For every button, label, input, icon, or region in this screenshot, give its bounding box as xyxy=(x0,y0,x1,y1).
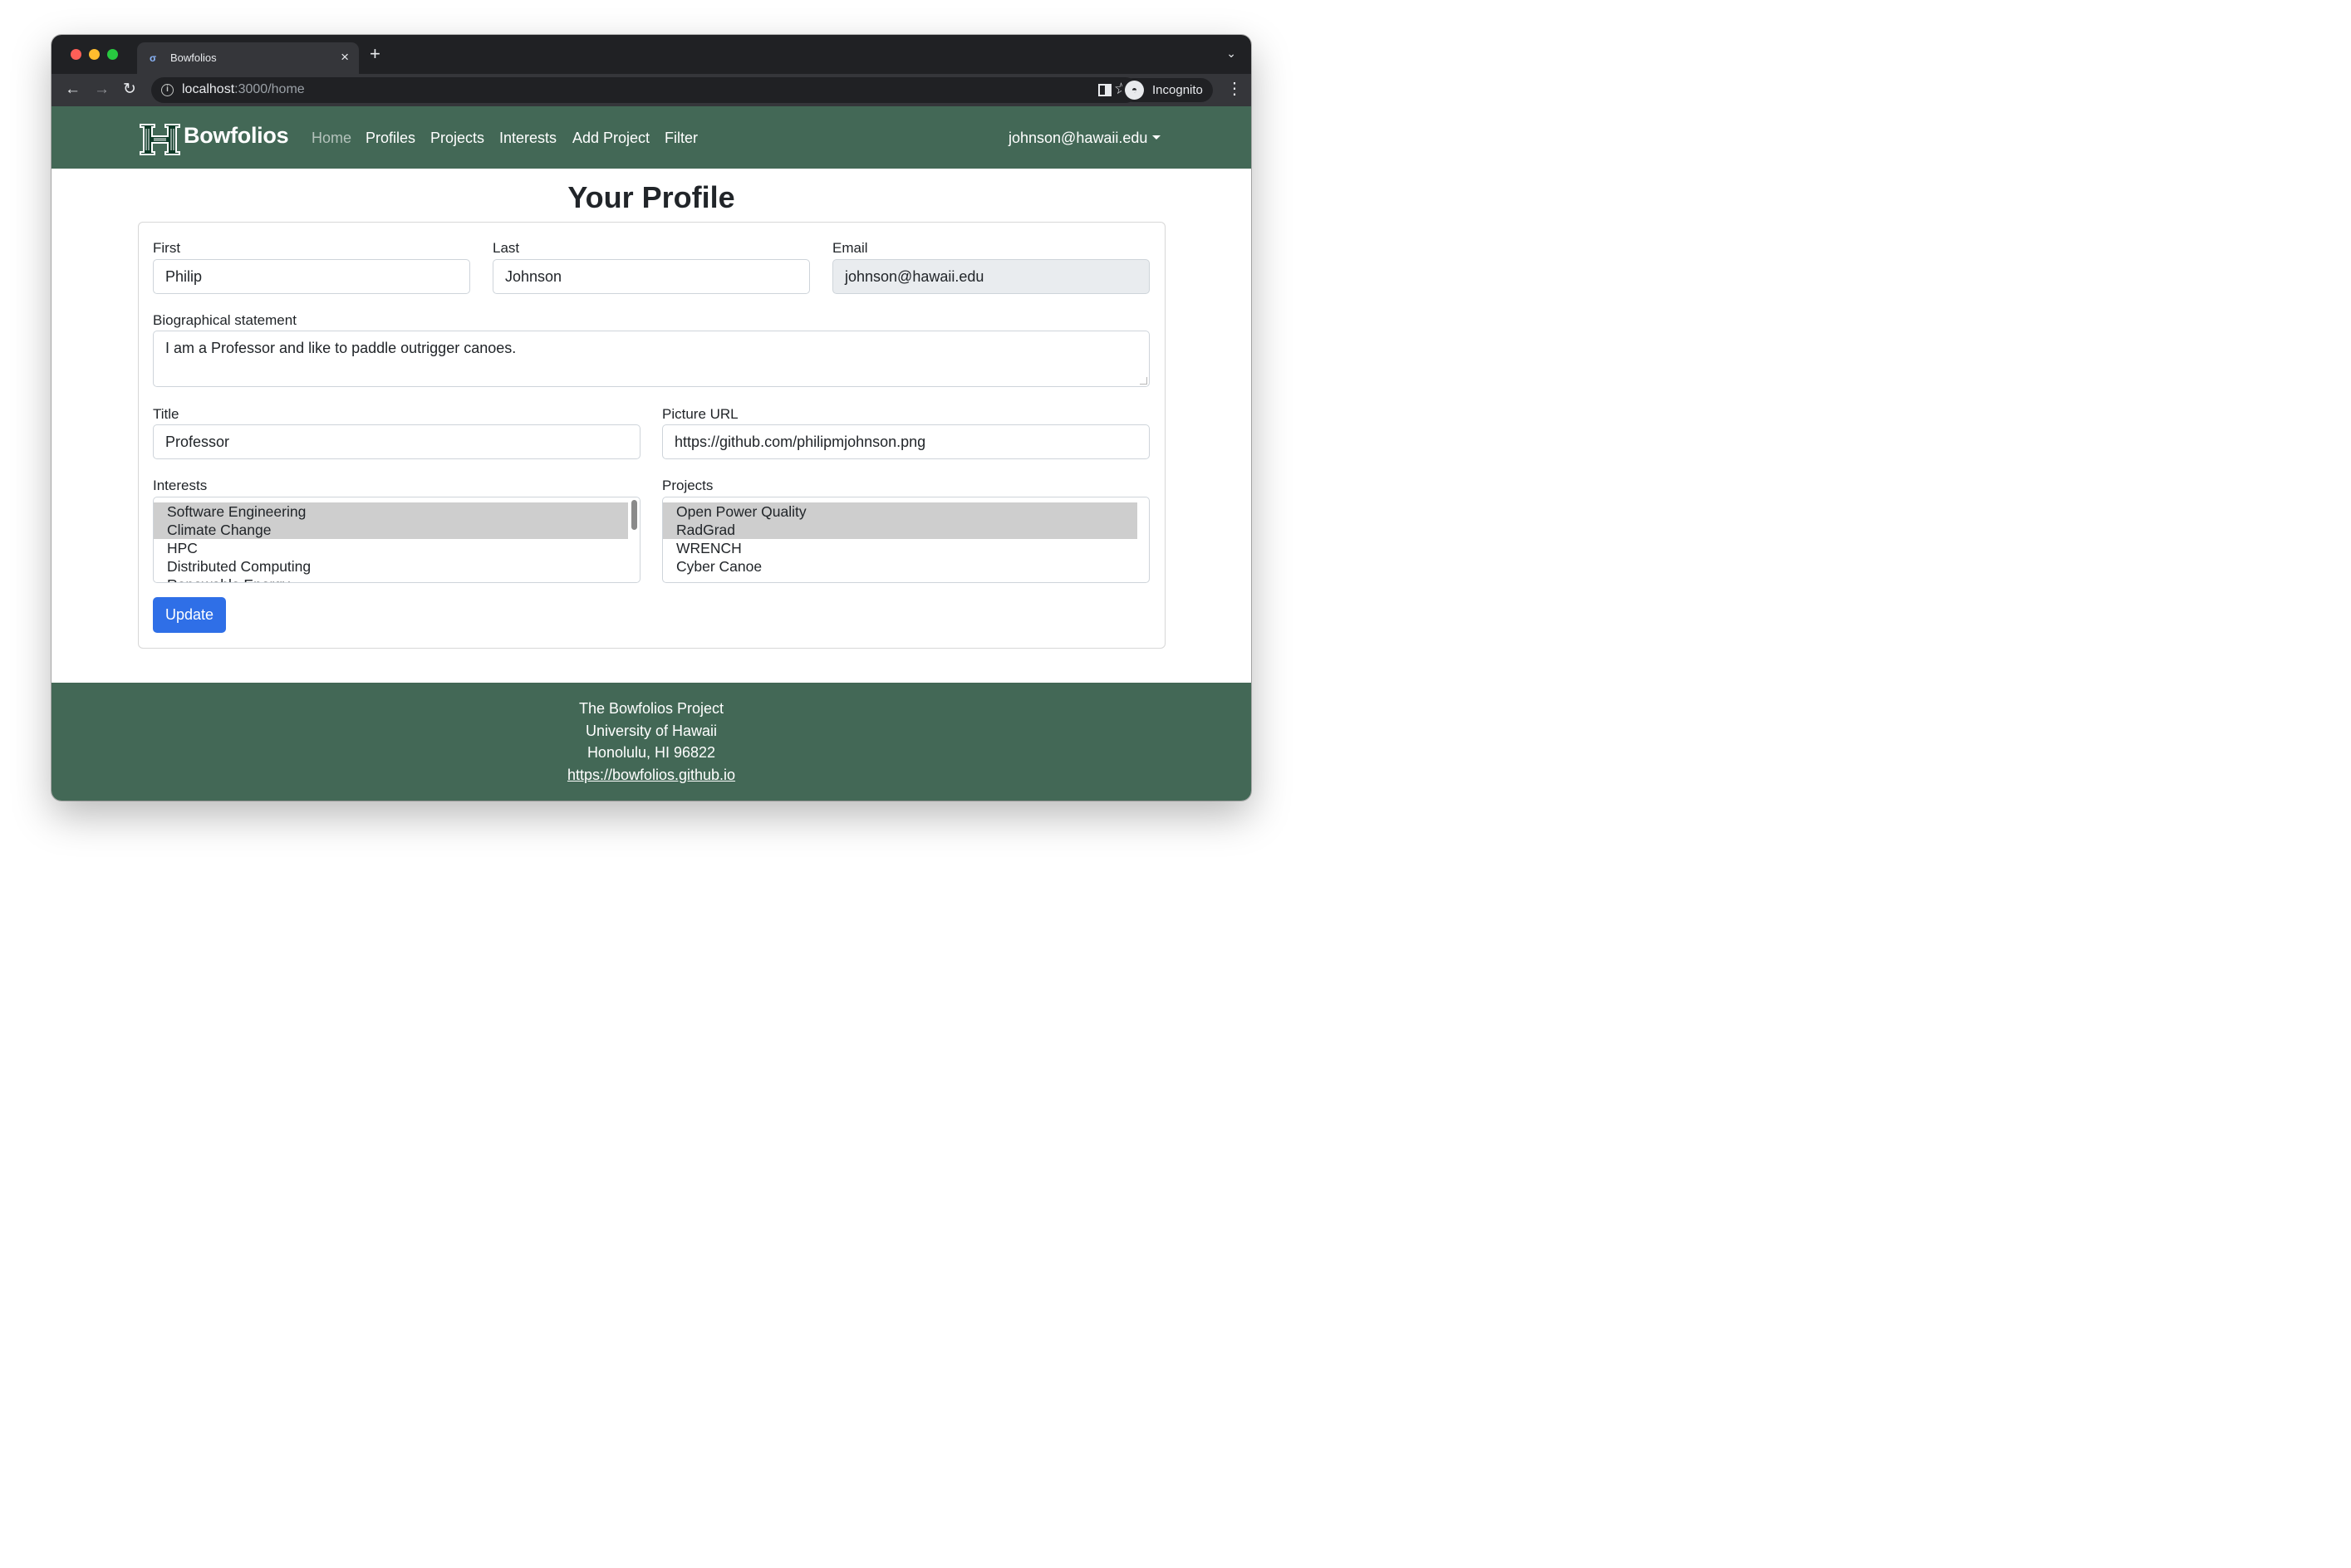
first-name-input[interactable]: Philip xyxy=(153,259,470,294)
interest-option[interactable]: Distributed Computing xyxy=(154,557,628,576)
hawaii-h-logo-icon[interactable] xyxy=(138,122,182,157)
profile-button[interactable]: ◓ Incognito xyxy=(1122,78,1213,102)
favicon-icon: σ xyxy=(150,52,157,64)
interest-option[interactable]: Climate Change xyxy=(154,521,628,539)
back-arrow-icon[interactable]: ← xyxy=(65,79,81,100)
resize-handle-icon[interactable] xyxy=(1140,377,1147,385)
nav-profiles[interactable]: Profiles xyxy=(366,130,415,147)
email-label: Email xyxy=(832,240,868,256)
close-window-button[interactable] xyxy=(71,49,81,60)
nav-add-project[interactable]: Add Project xyxy=(572,130,650,147)
footer: The Bowfolios Project University of Hawa… xyxy=(52,683,1251,801)
close-tab-icon[interactable]: × xyxy=(341,49,349,66)
url-text: localhost:3000/home xyxy=(182,82,305,96)
forward-arrow-icon[interactable]: → xyxy=(94,79,110,100)
nav-projects[interactable]: Projects xyxy=(430,130,484,147)
picture-url-input[interactable]: https://github.com/philipmjohnson.png xyxy=(662,424,1150,459)
project-option[interactable]: Cyber Canoe xyxy=(663,557,1137,576)
maximize-window-button[interactable] xyxy=(107,49,118,60)
browser-menu-icon[interactable]: ⋮ xyxy=(1226,78,1243,100)
picture-url-label: Picture URL xyxy=(662,406,739,422)
side-panel-icon[interactable] xyxy=(1098,84,1112,96)
nav-interests[interactable]: Interests xyxy=(499,130,557,147)
footer-project-name: The Bowfolios Project xyxy=(578,700,724,717)
interest-option[interactable]: Renewable Energy xyxy=(154,576,628,582)
bio-label: Biographical statement xyxy=(153,312,297,328)
address-bar[interactable]: i localhost:3000/home ☆ xyxy=(151,77,1138,103)
project-option[interactable]: Open Power Quality xyxy=(663,502,1137,521)
brand-name[interactable]: Bowfolios xyxy=(184,123,289,149)
project-option[interactable]: WRENCH xyxy=(663,539,1137,557)
interest-option[interactable]: Software Engineering xyxy=(154,502,628,521)
bio-textarea[interactable]: I am a Professor and like to paddle outr… xyxy=(153,331,1150,387)
projects-label: Projects xyxy=(662,478,714,493)
interests-label: Interests xyxy=(153,478,208,493)
bio-text: I am a Professor and like to paddle outr… xyxy=(165,340,517,356)
footer-link[interactable]: https://bowfolios.github.io xyxy=(567,767,735,783)
last-name-label: Last xyxy=(493,240,520,256)
browser-toolbar: ← → ↻ i localhost:3000/home ☆ ◓ Incognit… xyxy=(52,74,1251,106)
footer-university: University of Hawaii xyxy=(585,723,718,739)
interests-scrollbar[interactable] xyxy=(631,500,637,530)
new-tab-icon[interactable]: + xyxy=(370,45,380,63)
nav-home[interactable]: Home xyxy=(312,130,351,147)
interests-multiselect[interactable]: Software Engineering Climate Change HPC … xyxy=(153,497,641,583)
last-name-input[interactable]: Johnson xyxy=(493,259,810,294)
caret-down-icon xyxy=(1152,135,1161,140)
projects-multiselect[interactable]: Open Power Quality RadGrad WRENCH Cyber … xyxy=(662,497,1150,583)
email-input[interactable]: johnson@hawaii.edu xyxy=(832,259,1150,294)
title-label: Title xyxy=(153,406,179,422)
incognito-icon: ◓ xyxy=(1125,81,1144,100)
tab-title: Bowfolios xyxy=(170,51,217,64)
interest-option[interactable]: HPC xyxy=(154,539,628,557)
user-dropdown[interactable]: johnson@hawaii.edu xyxy=(1009,130,1161,147)
update-button[interactable]: Update xyxy=(153,597,226,633)
tab-strip: σ Bowfolios × + ⌄ xyxy=(52,35,1251,74)
profile-label: Incognito xyxy=(1152,83,1203,97)
project-option[interactable]: RadGrad xyxy=(663,521,1137,539)
site-info-icon[interactable]: i xyxy=(161,84,174,96)
footer-address: Honolulu, HI 96822 xyxy=(587,744,716,761)
browser-tab[interactable]: σ Bowfolios × xyxy=(137,42,359,74)
app-navbar: Bowfolios Home Profiles Projects Interes… xyxy=(52,106,1251,169)
nav-filter[interactable]: Filter xyxy=(665,130,698,147)
page-title: Your Profile xyxy=(567,180,735,214)
first-name-label: First xyxy=(153,240,181,256)
reload-icon[interactable]: ↻ xyxy=(123,79,136,100)
minimize-window-button[interactable] xyxy=(89,49,100,60)
browser-window: σ Bowfolios × + ⌄ ← → ↻ i localhost:3000… xyxy=(52,35,1251,801)
tab-search-chevron-icon[interactable]: ⌄ xyxy=(1226,47,1236,61)
title-input[interactable]: Professor xyxy=(153,424,641,459)
